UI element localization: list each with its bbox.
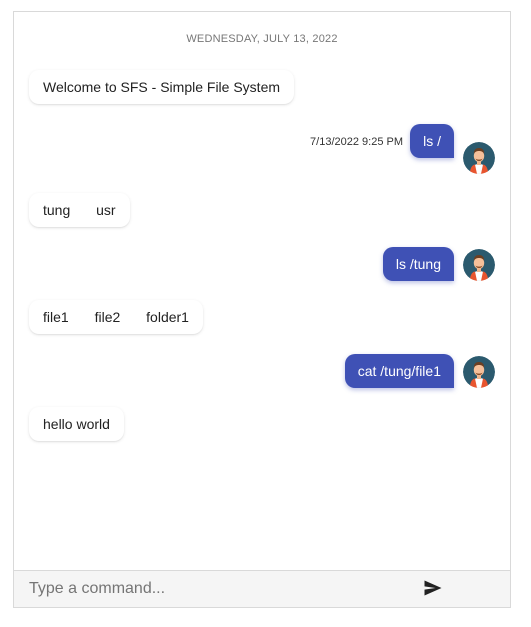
chat-window: WEDNESDAY, JULY 13, 2022 Welcome to SFS … (13, 11, 511, 608)
user-avatar-icon (463, 249, 495, 281)
message-text: hello world (43, 416, 110, 432)
user-avatar-icon (463, 142, 495, 174)
incoming-message: hello world (29, 407, 124, 441)
incoming-message: tung usr (29, 193, 130, 227)
user-avatar-icon (463, 356, 495, 388)
message-list: WEDNESDAY, JULY 13, 2022 Welcome to SFS … (14, 12, 510, 573)
send-icon (424, 580, 442, 601)
outgoing-message: ls /tung (382, 247, 454, 281)
message-timestamp: 7/13/2022 9:25 PM (310, 136, 403, 148)
message-token: folder1 (146, 309, 189, 325)
message-token: file2 (94, 309, 121, 325)
outgoing-message: ls / (410, 124, 454, 158)
incoming-message: file1 file2 folder1 (29, 300, 203, 334)
date-divider: WEDNESDAY, JULY 13, 2022 (186, 33, 338, 45)
outgoing-message: cat /tung/file1 (344, 354, 454, 388)
message-token: tung (43, 202, 71, 218)
message-token: usr (96, 202, 116, 218)
message-token: file1 (43, 309, 69, 325)
command-bar (14, 570, 510, 607)
incoming-message: Welcome to SFS - Simple File System (29, 70, 295, 104)
message-text: Welcome to SFS - Simple File System (43, 79, 281, 95)
send-button[interactable] (419, 577, 447, 603)
command-input[interactable] (14, 571, 404, 607)
